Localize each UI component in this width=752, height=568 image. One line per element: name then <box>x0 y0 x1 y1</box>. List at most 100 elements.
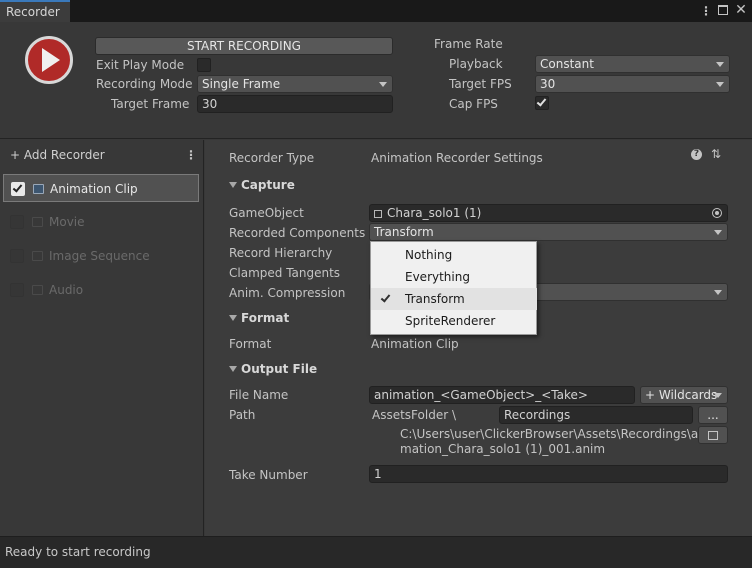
tab-title: Recorder <box>6 5 60 19</box>
format-header-label: Format <box>241 311 290 325</box>
exit-play-mode-checkbox[interactable] <box>197 58 211 72</box>
gameobject-label: GameObject <box>229 206 304 220</box>
record-button[interactable] <box>25 36 73 84</box>
maximize-icon[interactable] <box>718 5 728 15</box>
menu-item-everything[interactable]: Everything <box>371 266 537 288</box>
recorder-type-label: Recorder Type <box>229 151 315 165</box>
sidebar-item-animation-clip[interactable]: Animation Clip <box>3 174 199 202</box>
playback-dropdown[interactable]: Constant <box>535 55 730 73</box>
playback-value: Constant <box>540 57 594 71</box>
output-file-header-label: Output File <box>241 362 318 376</box>
target-fps-value: 30 <box>540 77 556 91</box>
recording-mode-value: Single Frame <box>202 77 281 91</box>
menu-item-label: SpriteRenderer <box>405 314 496 328</box>
sidebar-item-label: Animation Clip <box>50 182 138 196</box>
menu-item-transform[interactable]: Transform <box>371 288 537 310</box>
target-frame-label: Target Frame <box>111 97 190 111</box>
target-frame-input[interactable]: 30 <box>197 95 393 113</box>
foldout-arrow-icon <box>229 315 237 321</box>
cap-fps-checkbox[interactable] <box>535 96 549 110</box>
more-menu-icon[interactable]: ⋮ <box>700 4 712 18</box>
record-hierarchy-label: Record Hierarchy <box>229 246 333 260</box>
foldout-arrow-icon <box>229 366 237 372</box>
sidebar-item-label: Audio <box>49 283 84 297</box>
audio-enable-checkbox[interactable] <box>10 283 24 297</box>
open-folder-button[interactable] <box>698 426 728 444</box>
browse-label: ... <box>707 408 719 422</box>
menu-item-label: Everything <box>405 270 470 284</box>
recorded-components-dropdown[interactable]: Transform <box>369 223 728 241</box>
chevron-down-icon <box>714 290 722 295</box>
wildcards-label: + Wildcards <box>645 388 718 402</box>
take-number-label: Take Number <box>229 468 308 482</box>
menu-item-nothing[interactable]: Nothing <box>371 244 537 266</box>
chevron-down-icon <box>716 82 724 87</box>
full-path-line1: C:\Users\user\ClickerBrowser\Assets\Reco… <box>400 427 710 441</box>
path-label: Path <box>229 408 256 422</box>
capture-section-header[interactable]: Capture <box>221 176 741 195</box>
recording-mode-dropdown[interactable]: Single Frame <box>197 75 393 93</box>
path-input[interactable]: Recordings <box>499 406 693 424</box>
playback-label: Playback <box>449 57 503 71</box>
clamped-tangents-label: Clamped Tangents <box>229 266 341 280</box>
sidebar-item-label: Movie <box>49 215 85 229</box>
image-sequence-icon <box>32 251 43 261</box>
movie-enable-checkbox[interactable] <box>10 215 24 229</box>
menu-item-label: Nothing <box>405 248 453 262</box>
recording-mode-label: Recording Mode <box>96 77 193 91</box>
chevron-down-icon <box>379 82 387 87</box>
close-icon[interactable]: ✕ <box>734 1 748 19</box>
checkmark-icon <box>536 96 547 107</box>
menu-item-label: Transform <box>405 292 465 306</box>
external-link-icon <box>708 431 718 440</box>
anim-compression-label: Anim. Compression <box>229 286 346 300</box>
menu-item-spriterenderer[interactable]: SpriteRenderer <box>371 310 537 332</box>
cube-icon <box>374 210 382 218</box>
object-picker-icon[interactable] <box>712 208 722 218</box>
movie-icon <box>32 217 43 227</box>
format-label: Format <box>229 337 272 351</box>
target-fps-dropdown[interactable]: 30 <box>535 75 730 93</box>
path-root-label: AssetsFolder \ <box>372 408 456 422</box>
frame-rate-label: Frame Rate <box>434 37 503 51</box>
file-name-input[interactable]: animation_<GameObject>_<Take> <box>369 386 635 404</box>
add-recorder-button[interactable]: + Add Recorder <box>10 148 105 162</box>
format-value: Animation Clip <box>371 337 459 351</box>
recorded-components-menu: Nothing Everything Transform SpriteRende… <box>370 241 537 335</box>
sidebar-more-icon[interactable]: ⋮ <box>185 147 197 163</box>
recorded-components-value: Transform <box>374 225 434 239</box>
play-icon <box>42 48 60 72</box>
sidebar-item-label: Image Sequence <box>49 249 150 263</box>
sidebar-item-image-sequence[interactable]: Image Sequence <box>3 242 199 270</box>
sidebar-item-movie[interactable]: Movie <box>3 208 199 236</box>
target-fps-label: Target FPS <box>449 77 512 91</box>
gameobject-value: Chara_solo1 (1) <box>387 206 482 220</box>
output-file-section-header[interactable]: Output File <box>221 360 741 379</box>
status-bar: Ready to start recording <box>0 536 752 568</box>
cap-fps-label: Cap FPS <box>449 97 498 111</box>
browse-button[interactable]: ... <box>698 406 728 424</box>
chevron-down-icon <box>714 230 722 235</box>
take-number-input[interactable]: 1 <box>369 465 728 483</box>
wildcards-dropdown[interactable]: + Wildcards <box>640 386 728 404</box>
tab-recorder[interactable]: Recorder <box>0 0 70 22</box>
chevron-down-icon <box>714 393 722 398</box>
file-name-label: File Name <box>229 388 289 402</box>
animation-clip-icon <box>33 184 44 194</box>
checkmark-icon <box>380 292 391 303</box>
checkmark-icon <box>12 182 23 193</box>
image-sequence-enable-checkbox[interactable] <box>10 249 24 263</box>
start-recording-button[interactable]: START RECORDING <box>95 37 393 55</box>
audio-icon <box>32 285 43 295</box>
recorder-type-value: Animation Recorder Settings <box>371 151 543 165</box>
recorded-components-label: Recorded Components <box>229 226 366 240</box>
help-icon[interactable]: ? <box>691 149 702 160</box>
gameobject-field[interactable]: Chara_solo1 (1) <box>369 204 728 222</box>
full-path-line2: mation_Chara_solo1 (1)_001.anim <box>400 442 606 456</box>
sidebar-item-audio[interactable]: Audio <box>3 276 199 304</box>
foldout-arrow-icon <box>229 182 237 188</box>
tab-bar <box>0 0 752 22</box>
animation-clip-enable-checkbox[interactable] <box>11 182 25 196</box>
presets-icon[interactable]: ⇅ <box>711 147 723 161</box>
exit-play-mode-label: Exit Play Mode <box>96 58 185 72</box>
